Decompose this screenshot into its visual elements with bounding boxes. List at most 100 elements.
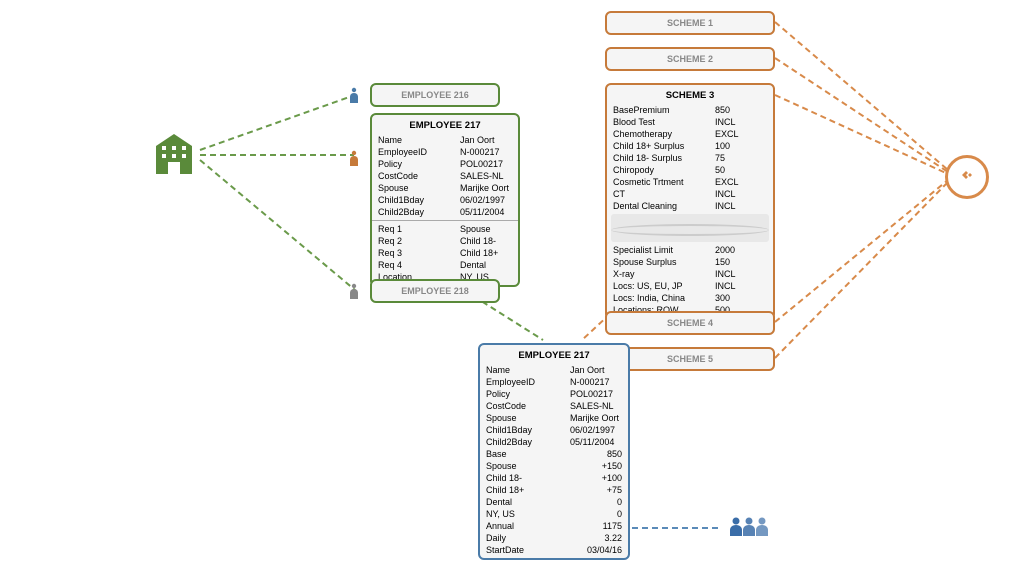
row-key: Daily	[486, 533, 582, 543]
scheme-4-card: SCHEME 4	[605, 311, 775, 335]
table-row: Base850	[480, 448, 628, 460]
row-value: N-000217	[570, 377, 622, 387]
table-row: Req 4Dental	[372, 259, 518, 271]
table-row: SpouseMarijke Oort	[372, 182, 518, 194]
table-row: Daily3.22	[480, 532, 628, 544]
row-key: Child 18- Surplus	[613, 153, 715, 163]
row-key: Child 18+	[486, 485, 582, 495]
row-value: 75	[715, 153, 767, 163]
card-title: SCHEME 3	[607, 87, 773, 104]
employee-216-card: EMPLOYEE 216	[370, 83, 500, 107]
scheme-gap-indicator	[611, 214, 769, 242]
row-value: 2000	[715, 245, 767, 255]
table-row: Child 18- Surplus75	[607, 152, 773, 164]
row-key: Child 18-	[486, 473, 582, 483]
row-key: EmployeeID	[486, 377, 570, 387]
table-row: Locs: US, EU, JPINCL	[607, 280, 773, 292]
table-row: NY, US0	[480, 508, 628, 520]
row-value: 05/11/2004	[460, 207, 512, 217]
row-value: POL00217	[460, 159, 512, 169]
table-row: Req 3Child 18+	[372, 247, 518, 259]
table-row: EmployeeIDN-000217	[372, 146, 518, 158]
table-row: Child 18-+100	[480, 472, 628, 484]
row-value: 100	[715, 141, 767, 151]
row-key: Cosmetic Trtment	[613, 177, 715, 187]
row-value: 06/02/1997	[460, 195, 512, 205]
table-row: PolicyPOL00217	[372, 158, 518, 170]
row-key: Name	[378, 135, 460, 145]
row-value: Spouse	[460, 224, 512, 234]
row-key: Spouse Surplus	[613, 257, 715, 267]
row-key: CT	[613, 189, 715, 199]
table-row: CostCodeSALES-NL	[372, 170, 518, 182]
row-value: 850	[582, 449, 622, 459]
row-value: N-000217	[460, 147, 512, 157]
table-row: BasePremium850	[607, 104, 773, 116]
table-row: StartDate03/04/16	[480, 544, 628, 556]
row-key: Spouse	[378, 183, 460, 193]
row-value: 03/04/16	[582, 545, 622, 555]
scheme-5-card: SCHEME 5	[605, 347, 775, 371]
table-row: Dental0	[480, 496, 628, 508]
table-row: Child1Bday06/02/1997	[480, 424, 628, 436]
row-key: Blood Test	[613, 117, 715, 127]
table-row: PolicyPOL00217	[480, 388, 628, 400]
table-row: NameJan Oort	[372, 134, 518, 146]
provider-icon	[945, 155, 989, 199]
row-key: Child2Bday	[486, 437, 570, 447]
row-value: 300	[715, 293, 767, 303]
table-row: Req 2Child 18-	[372, 235, 518, 247]
table-row: NameJan Oort	[480, 364, 628, 376]
table-row: Spouse Surplus150	[607, 256, 773, 268]
row-key: Chemotherapy	[613, 129, 715, 139]
row-key: Child1Bday	[486, 425, 570, 435]
row-key: Req 1	[378, 224, 460, 234]
table-row: CostCodeSALES-NL	[480, 400, 628, 412]
card-label: SCHEME 2	[667, 54, 713, 64]
table-row: EmployeeIDN-000217	[480, 376, 628, 388]
table-row: Cosmetic TrtmentEXCL	[607, 176, 773, 188]
row-value: 850	[715, 105, 767, 115]
row-key: NY, US	[486, 509, 582, 519]
row-value: EXCL	[715, 177, 767, 187]
table-row: Req 1Spouse	[372, 223, 518, 235]
table-row: Chiropody50	[607, 164, 773, 176]
row-value: Jan Oort	[460, 135, 512, 145]
employee-218-card: EMPLOYEE 218	[370, 279, 500, 303]
row-key: CostCode	[378, 171, 460, 181]
card-title: EMPLOYEE 217	[372, 117, 518, 134]
row-value: INCL	[715, 281, 767, 291]
table-row: Blood TestINCL	[607, 116, 773, 128]
row-key: Req 4	[378, 260, 460, 270]
table-row: Dental CleaningINCL	[607, 200, 773, 212]
row-value: 3.22	[582, 533, 622, 543]
row-value: Marijke Oort	[570, 413, 622, 423]
row-value: SALES-NL	[570, 401, 622, 411]
row-key: Child1Bday	[378, 195, 460, 205]
row-value: SALES-NL	[460, 171, 512, 181]
row-value: 150	[715, 257, 767, 267]
row-value: Jan Oort	[570, 365, 622, 375]
scheme-3-card: SCHEME 3 BasePremium850Blood TestINCLChe…	[605, 83, 775, 320]
card-label: SCHEME 1	[667, 18, 713, 28]
row-value: 06/02/1997	[570, 425, 622, 435]
row-key: BasePremium	[613, 105, 715, 115]
row-value: 50	[715, 165, 767, 175]
row-key: Child 18+ Surplus	[613, 141, 715, 151]
row-key: Req 2	[378, 236, 460, 246]
row-key: Dental Cleaning	[613, 201, 715, 211]
row-value: INCL	[715, 201, 767, 211]
table-row: Annual1175	[480, 520, 628, 532]
table-row: Spouse+150	[480, 460, 628, 472]
table-row: Child 18+ Surplus100	[607, 140, 773, 152]
row-value: Dental	[460, 260, 512, 270]
row-key: Policy	[486, 389, 570, 399]
row-key: Spouse	[486, 413, 570, 423]
row-key: Req 3	[378, 248, 460, 258]
result-employee-card: EMPLOYEE 217 NameJan OortEmployeeIDN-000…	[478, 343, 630, 560]
row-value: +75	[582, 485, 622, 495]
row-value: EXCL	[715, 129, 767, 139]
row-value: INCL	[715, 269, 767, 279]
table-row: Child 18++75	[480, 484, 628, 496]
row-value: INCL	[715, 117, 767, 127]
